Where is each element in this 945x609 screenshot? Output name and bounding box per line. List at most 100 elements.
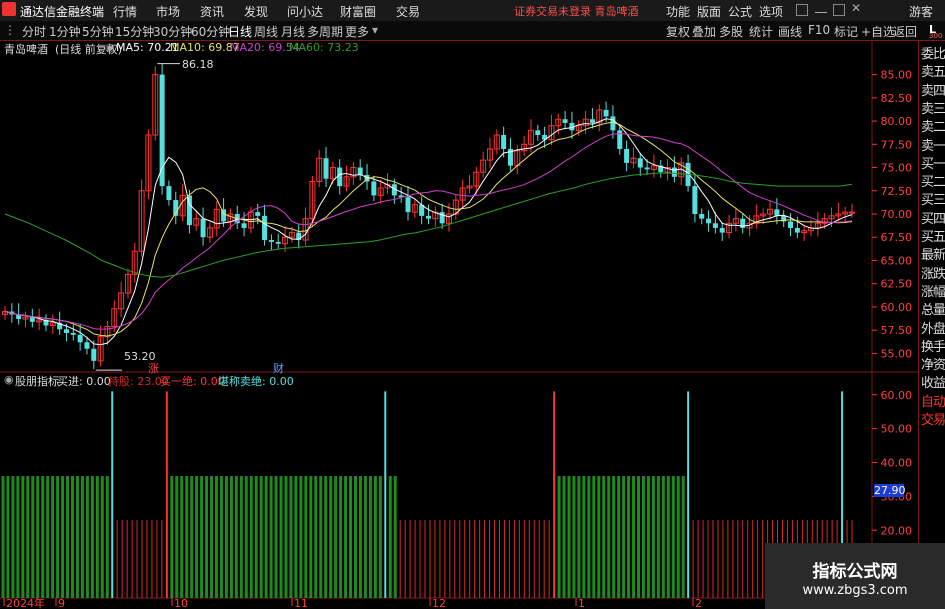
sidebar-item-7[interactable]: 买二 [921, 171, 945, 190]
candle-body-up [849, 211, 855, 214]
indicator-bar-empty [666, 476, 670, 598]
candle-body-down [774, 209, 780, 216]
sidebar-item-0[interactable]: 委比 [921, 43, 945, 62]
indicator-bar-empty [304, 476, 308, 598]
indicator-bar-empty [388, 476, 392, 598]
price-tick-label: 82.50 [881, 92, 913, 105]
candle-body-down [166, 186, 172, 201]
indicator-bar-empty [557, 476, 561, 598]
sidebar-item-13[interactable]: 涨幅 [921, 281, 945, 300]
indicator-bar-empty [195, 476, 199, 598]
sidebar-item-6[interactable]: 买一 [921, 153, 945, 172]
indicator-bar-empty [214, 476, 218, 598]
sidebar-item-17[interactable]: 净资 [921, 354, 945, 373]
indicator-bar-empty [26, 476, 30, 598]
x-axis-label: 12 [432, 597, 446, 609]
indicator-bar-empty [224, 476, 228, 598]
indicator-current-value: 27.90 [874, 484, 906, 497]
sidebar-item-3[interactable]: 卖三 [921, 98, 945, 117]
indicator-bar-empty [90, 476, 94, 598]
indicator-bar-empty [612, 476, 616, 598]
indicator-bar-empty [572, 476, 576, 598]
price-tick-label: 85.00 [881, 69, 913, 82]
x-axis-label: 11 [294, 597, 308, 609]
sidebar-item-8[interactable]: 买三 [921, 189, 945, 208]
ma-toggle-icon[interactable]: ◉ [105, 41, 115, 54]
indicator-bar-empty [349, 476, 353, 598]
indicator-toggle-icon[interactable]: ◉ [4, 373, 14, 386]
indicator-bar-empty [671, 476, 675, 598]
indicator-bar-empty [11, 476, 15, 598]
sidebar-item-10[interactable]: 买五 [921, 226, 945, 245]
kline-chart[interactable]: 55.00 57.50 60.00 62.50 65.00 67.50 70.00 72.50… [0, 0, 945, 609]
sidebar-item-14[interactable]: 总量 [921, 299, 945, 318]
candle-body-down [699, 214, 705, 219]
candle-body-down [371, 181, 377, 196]
x-axis-label: 10 [174, 597, 188, 609]
stock-name: 青岛啤酒 [4, 43, 48, 56]
indicator-bar-empty [309, 476, 313, 598]
indicator-bar-empty [562, 476, 566, 598]
x-axis-label: 1 [578, 597, 585, 609]
sidebar-item-19[interactable]: 自动 [921, 391, 945, 410]
candle-body-down [794, 227, 800, 233]
candle-body-down [671, 167, 677, 177]
sidebar-item-4[interactable]: 卖二 [921, 116, 945, 135]
ma5-line [4, 118, 853, 346]
indicator-bar-empty [314, 476, 318, 598]
indicator-bar-empty [279, 476, 283, 598]
indicator-bar-empty [219, 476, 223, 598]
sidebar-item-18[interactable]: 收益 [921, 372, 945, 391]
price-tick-label: 55.00 [881, 347, 913, 360]
price-tick-label: 70.00 [881, 208, 913, 221]
indicator-bar-empty [170, 476, 174, 598]
sidebar-item-20[interactable]: 交易 [921, 409, 945, 428]
indicator-bar-empty [294, 476, 298, 598]
sidebar-item-12[interactable]: 涨跌 [921, 263, 945, 282]
indicator-bar-empty [284, 476, 288, 598]
indicator-bar-empty [234, 476, 238, 598]
indicator-bar-empty [577, 476, 581, 598]
candle-body-down [712, 223, 718, 228]
indicator-tick-label: 50.00 [881, 423, 913, 436]
indicator-bar-empty [567, 476, 571, 598]
price-tick-label: 72.50 [881, 185, 913, 198]
indicator-bar-empty [244, 476, 248, 598]
indicator-bar-empty [607, 476, 611, 598]
sidebar-item-5[interactable]: 卖一 [921, 135, 945, 154]
candle-body-down [29, 317, 35, 322]
indicator-bar-empty [368, 476, 372, 598]
indicator-bar-empty [71, 476, 75, 598]
sidebar-item-16[interactable]: 换手 [921, 336, 945, 355]
indicator-bar-empty [205, 476, 209, 598]
indicator-bar-empty [661, 476, 665, 598]
indicator-bar-empty [51, 476, 55, 598]
indicator-tick-label: 60.00 [881, 389, 913, 402]
sidebar-item-2[interactable]: 卖四 [921, 80, 945, 99]
candle-body-down [63, 329, 69, 333]
candle-body-down [719, 227, 725, 233]
sidebar-item-11[interactable]: 最新 [921, 244, 945, 263]
sidebar-item-1[interactable]: 卖五 [921, 61, 945, 80]
candle-body-down [357, 167, 363, 175]
indicator-bar-empty [373, 476, 377, 598]
sidebar-item-9[interactable]: 买四 [921, 208, 945, 227]
indicator-bar-empty [274, 476, 278, 598]
indicator-tick-label: 20.00 [881, 524, 913, 537]
indicator-bar-empty [354, 476, 358, 598]
indicator-sell-perfect: 堪称卖绝: 0.00 [218, 375, 294, 388]
sidebar-item-15[interactable]: 外盘 [921, 318, 945, 337]
candle-body-down [268, 240, 274, 242]
indicator-bar-empty [1, 476, 5, 598]
indicator-bar-empty [592, 476, 596, 598]
indicator-bar-empty [582, 476, 586, 598]
price-tick-label: 57.50 [881, 324, 913, 337]
candle-body-down [70, 332, 76, 335]
watermark-title: 指标公式网 [812, 562, 898, 582]
candle-body-down [186, 195, 192, 226]
indicator-bar-empty [175, 476, 179, 598]
candle-body-down [337, 167, 343, 187]
ma60-label: MA60: 73.23 [289, 41, 359, 54]
candle-body-down [241, 223, 247, 228]
indicator-bar-empty [319, 476, 323, 598]
